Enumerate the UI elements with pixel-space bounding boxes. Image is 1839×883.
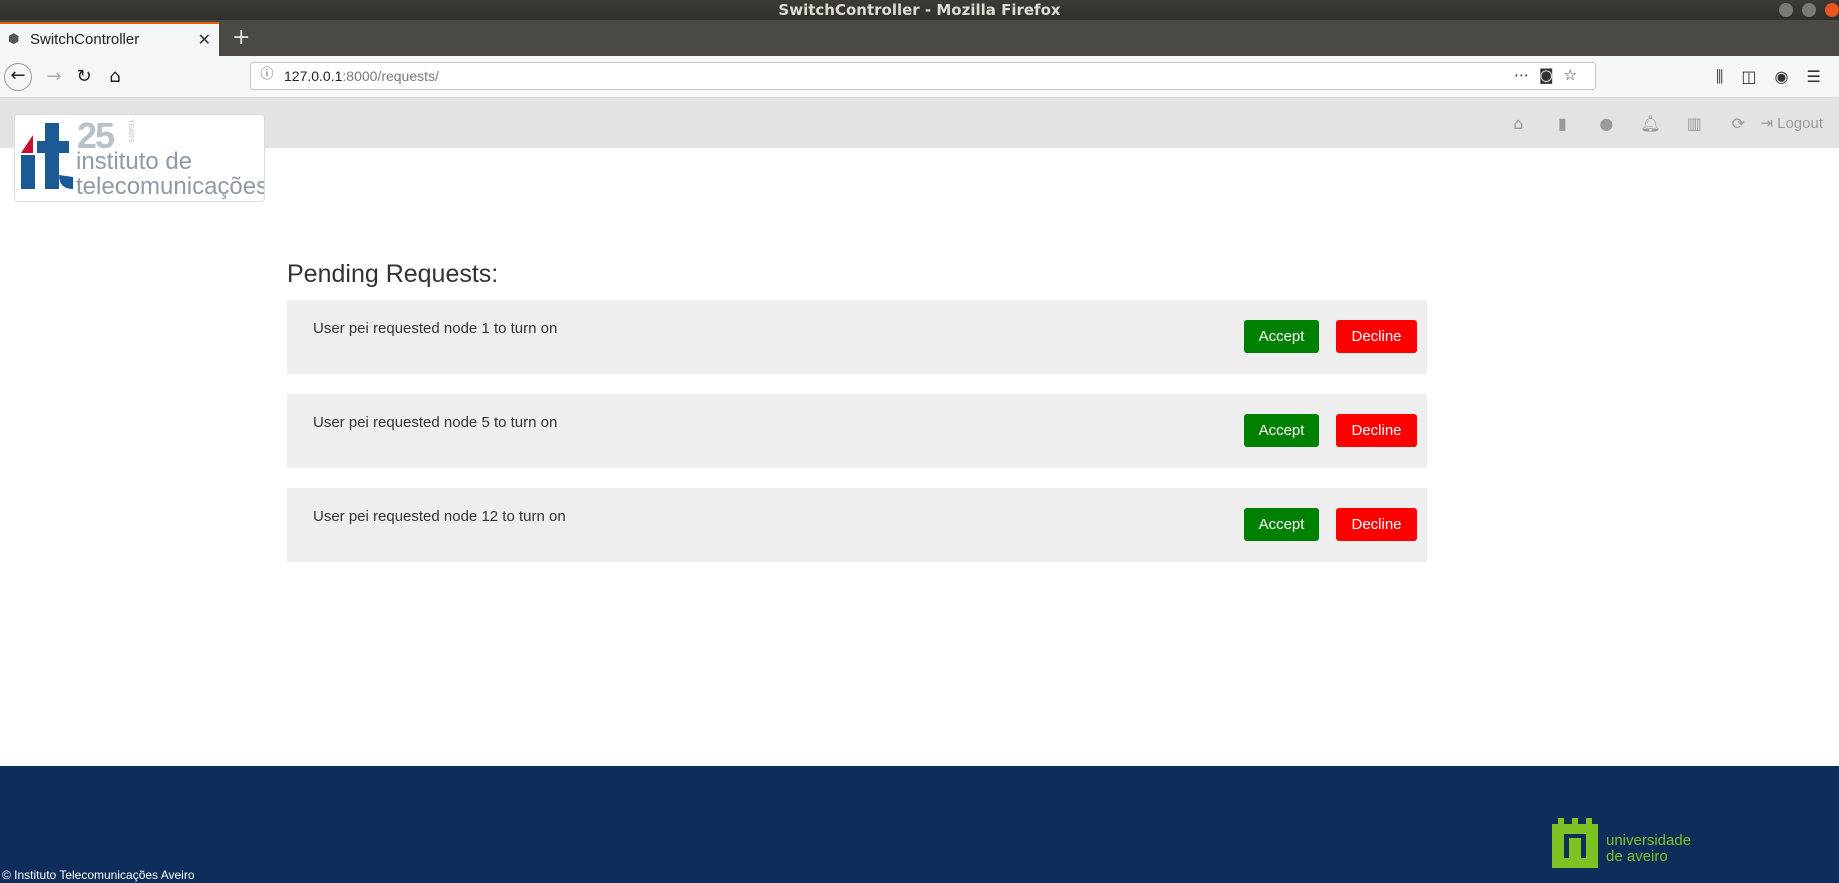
request-card: User pei requested node 12 to turn on Ac…	[287, 488, 1427, 562]
header-nav: ⌂ ▮ ● 🔔︎ ▥ ⟳ ⇥ Logout	[1496, 113, 1823, 133]
logo-text-line1: instituto de	[76, 148, 193, 175]
sidebar-icon[interactable]: ◫	[1741, 67, 1774, 86]
library-icon[interactable]: ⫼	[1716, 67, 1741, 86]
decline-button[interactable]: Decline	[1336, 414, 1417, 447]
maximize-button[interactable]	[1801, 3, 1816, 17]
favicon-icon: ⬢	[8, 32, 20, 47]
decline-button[interactable]: Decline	[1336, 320, 1417, 353]
window-title: SwitchController - Mozilla Firefox	[778, 1, 1061, 19]
window-titlebar: SwitchController - Mozilla Firefox	[0, 0, 1839, 20]
it-logo-mark-icon	[21, 123, 73, 189]
page-title: Pending Requests:	[287, 260, 499, 288]
forward-button[interactable]: →	[40, 63, 68, 91]
request-text: User pei requested node 12 to turn on	[313, 508, 566, 525]
ua-logo-icon[interactable]	[1550, 816, 1600, 868]
browser-tab[interactable]: ⬢ SwitchController ✕	[0, 22, 219, 56]
window-controls	[1775, 3, 1839, 17]
logout-label: Logout	[1777, 115, 1823, 132]
accept-button[interactable]: Accept	[1244, 414, 1319, 447]
home-icon[interactable]: ⌂	[1496, 114, 1540, 133]
book-icon[interactable]: ▮	[1540, 114, 1584, 133]
bell-icon[interactable]: 🔔︎	[1628, 114, 1672, 133]
request-text: User pei requested node 1 to turn on	[313, 320, 558, 337]
minimize-button[interactable]	[1778, 3, 1793, 17]
request-card: User pei requested node 1 to turn on Acc…	[287, 300, 1427, 374]
navigation-toolbar: ← → ↻ ⌂ ⓘ 127.0.0.1:8000/requests/ ⋯◙☆ ⫼…	[0, 56, 1839, 98]
page-actions-icon[interactable]: ⋯	[1514, 66, 1539, 84]
alert-icon[interactable]: ●	[1584, 114, 1628, 133]
back-button[interactable]: ←	[4, 63, 32, 91]
url-path: :8000/requests/	[342, 68, 439, 84]
request-card: User pei requested node 5 to turn on Acc…	[287, 394, 1427, 468]
logout-link[interactable]: ⇥ Logout	[1760, 114, 1823, 132]
tab-title: SwitchController	[30, 31, 140, 48]
url-actions: ⋯◙☆	[1514, 66, 1587, 84]
info-icon[interactable]: ⓘ	[259, 67, 275, 83]
close-window-button[interactable]	[1825, 3, 1839, 17]
tab-strip: ⬢ SwitchController ✕ +	[0, 20, 1839, 56]
accept-button[interactable]: Accept	[1244, 508, 1319, 541]
accept-button[interactable]: Accept	[1244, 320, 1319, 353]
url-bar[interactable]: ⓘ 127.0.0.1:8000/requests/ ⋯◙☆	[250, 62, 1596, 90]
decline-button[interactable]: Decline	[1336, 508, 1417, 541]
it-logo[interactable]: 25 YEARS instituto de telecomunicações	[14, 114, 265, 202]
home-button[interactable]: ⌂	[101, 63, 129, 91]
ua-name-line2: de aveiro	[1606, 848, 1668, 865]
ua-name-line1: universidade	[1606, 832, 1692, 849]
url-text[interactable]: 127.0.0.1:8000/requests/	[284, 68, 439, 84]
site-footer: © Instituto Telecomunicações Aveiro univ…	[0, 766, 1839, 883]
reload-button[interactable]: ↻	[70, 63, 98, 91]
logo-years-label: YEARS	[127, 119, 134, 143]
logo-text-line2: telecomunicações	[76, 173, 265, 200]
bookmark-star-icon[interactable]: ☆	[1564, 66, 1587, 84]
refresh-icon[interactable]: ⟳	[1716, 114, 1760, 133]
copyright-text: © Instituto Telecomunicações Aveiro	[2, 868, 195, 882]
url-host: 127.0.0.1	[284, 68, 343, 84]
new-tab-button[interactable]: +	[232, 24, 250, 52]
toolbar-right: ⫼◫◉☰	[1716, 67, 1839, 87]
close-tab-icon[interactable]: ✕	[198, 30, 211, 49]
account-icon[interactable]: ◉	[1775, 67, 1807, 86]
pocket-icon[interactable]: ◙	[1539, 66, 1564, 84]
request-text: User pei requested node 5 to turn on	[313, 414, 558, 431]
ua-name: universidade de aveiro	[1606, 833, 1691, 865]
bar-chart-icon[interactable]: ▥	[1672, 114, 1716, 133]
menu-icon[interactable]: ☰	[1806, 67, 1838, 86]
logout-icon: ⇥	[1760, 115, 1773, 132]
